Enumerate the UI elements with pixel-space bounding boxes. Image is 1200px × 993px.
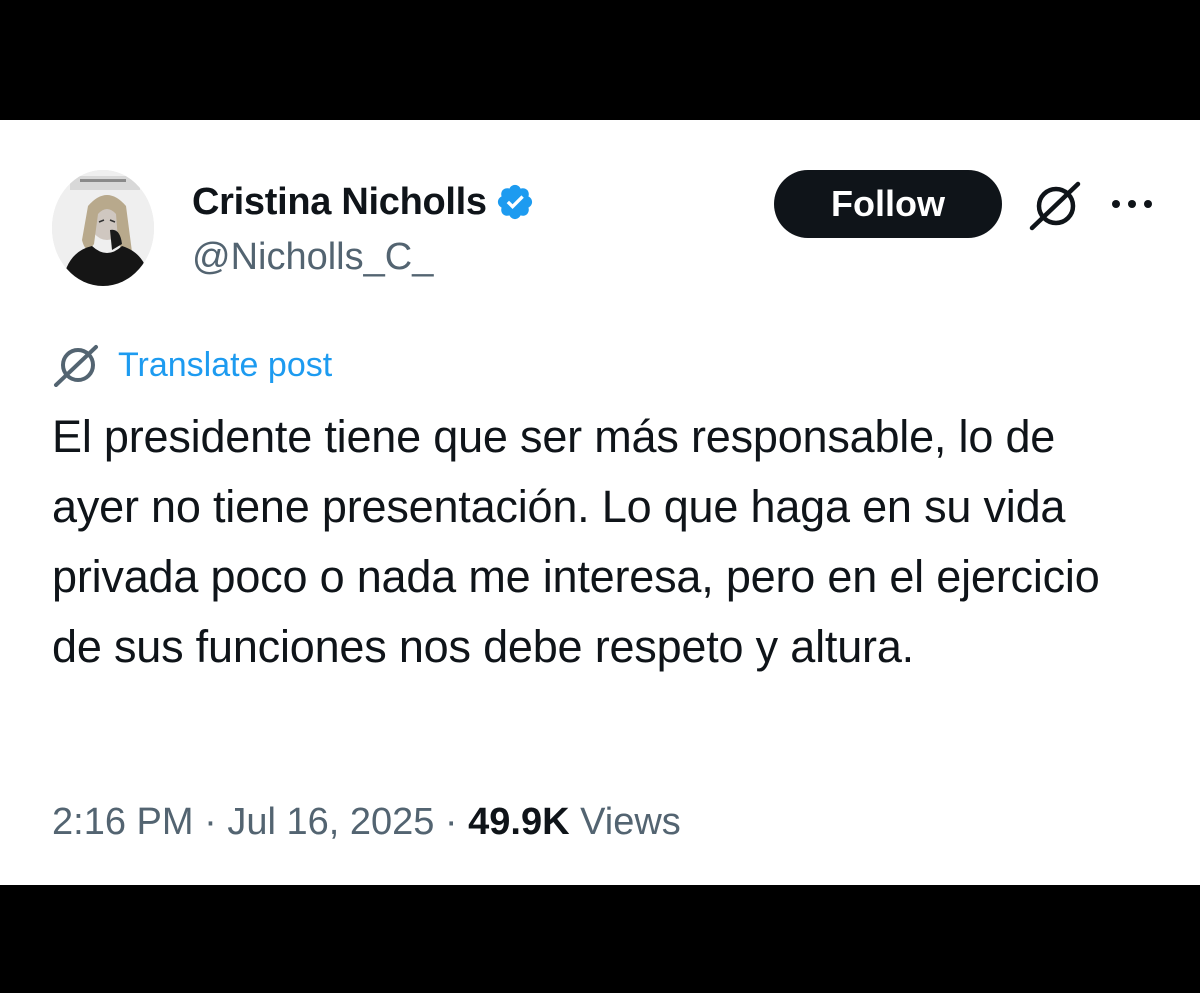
translate-post-link[interactable]: Translate post: [118, 346, 332, 385]
meta-separator: ·: [193, 801, 228, 843]
more-dots-icon[interactable]: [1108, 196, 1156, 212]
post-meta: 2:16 PM · Jul 16, 2025 · 49.9K Views: [52, 801, 681, 844]
screenshot-frame: Cristina Nicholls @Nicholls_C_ Follow Tr…: [0, 0, 1200, 993]
avatar[interactable]: [52, 170, 154, 286]
display-name[interactable]: Cristina Nicholls: [192, 181, 487, 224]
translate-row[interactable]: Translate post: [52, 342, 332, 388]
verified-badge-icon[interactable]: [495, 182, 535, 222]
post-time[interactable]: 2:16 PM: [52, 801, 194, 843]
grok-slash-icon[interactable]: [1026, 180, 1082, 232]
follow-button[interactable]: Follow: [774, 170, 1002, 238]
meta-separator: ·: [434, 801, 469, 843]
avatar-photo: [52, 170, 154, 286]
grok-slash-icon: [54, 345, 98, 387]
display-name-row: Cristina Nicholls: [192, 178, 535, 226]
post-date[interactable]: Jul 16, 2025: [227, 801, 434, 843]
post-text: El presidente tiene que ser más responsa…: [52, 411, 1100, 672]
views-count[interactable]: 49.9K: [468, 801, 569, 843]
post-card: Cristina Nicholls @Nicholls_C_ Follow Tr…: [0, 120, 1200, 885]
user-info: Cristina Nicholls @Nicholls_C_: [192, 178, 535, 279]
views-label: Views: [580, 801, 681, 843]
user-handle[interactable]: @Nicholls_C_: [192, 236, 535, 279]
